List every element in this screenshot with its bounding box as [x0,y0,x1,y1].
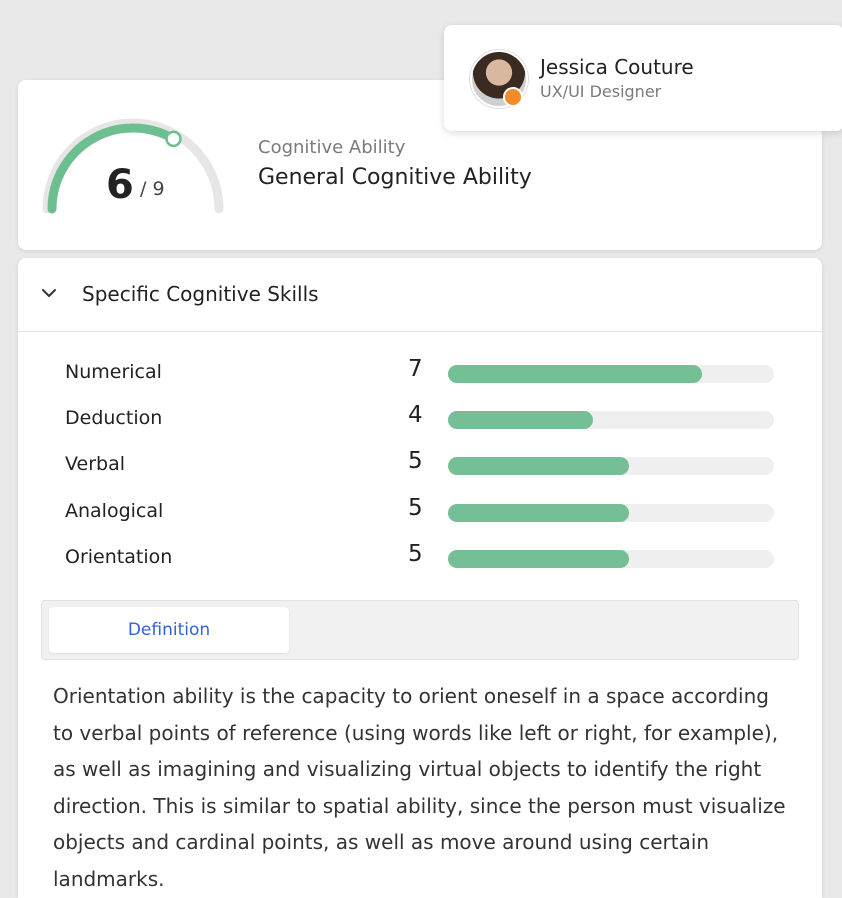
chevron-down-icon[interactable] [40,284,58,302]
tabs-bar: Definition [41,600,799,660]
skill-label: Verbal [65,453,126,475]
skill-score: 5 [408,448,423,474]
skill-score: 5 [408,541,423,567]
score-max: / 9 [140,178,165,200]
skill-bar-track [448,411,774,429]
skill-label: Analogical [65,500,164,522]
status-indicator [503,87,523,107]
skill-score: 5 [408,495,423,521]
skill-row-deduction: Deduction 4 [18,400,822,440]
score-value: 6 [106,162,134,208]
tab-definition[interactable]: Definition [49,607,289,653]
profile-card[interactable]: Jessica Couture UX/UI Designer [444,25,842,131]
skill-bar-track [448,457,774,475]
gauge-marker [165,130,182,148]
definition-text: Orientation ability is the capacity to o… [53,684,786,891]
skill-label: Orientation [65,546,173,568]
skills-title: Specific Cognitive Skills [82,282,319,306]
score-gauge [42,118,224,214]
ability-category: Cognitive Ability [258,137,406,158]
skills-accordion-header[interactable]: Specific Cognitive Skills [18,258,822,332]
skill-bar-fill [448,411,593,429]
skill-row-verbal: Verbal 5 [18,446,822,486]
ability-title: General Cognitive Ability [258,165,532,190]
skills-panel: Specific Cognitive Skills Numerical 7 De… [18,258,822,898]
skill-row-numerical: Numerical 7 [18,354,822,394]
skill-bar-track [448,550,774,568]
skill-label: Deduction [65,407,163,429]
user-name: Jessica Couture [540,55,694,79]
skill-bar-fill [448,365,702,383]
skill-label: Numerical [65,361,162,383]
skill-bar-fill [448,550,630,568]
skill-score: 7 [408,356,423,382]
skill-bar-track [448,365,774,383]
skill-bar-track [448,504,774,522]
skill-bar-fill [448,457,630,475]
skill-bar-fill [448,504,630,522]
skill-row-orientation: Orientation 5 [18,539,822,579]
skill-row-analogical: Analogical 5 [18,493,822,533]
skill-score: 4 [408,402,423,428]
user-role: UX/UI Designer [540,82,662,101]
